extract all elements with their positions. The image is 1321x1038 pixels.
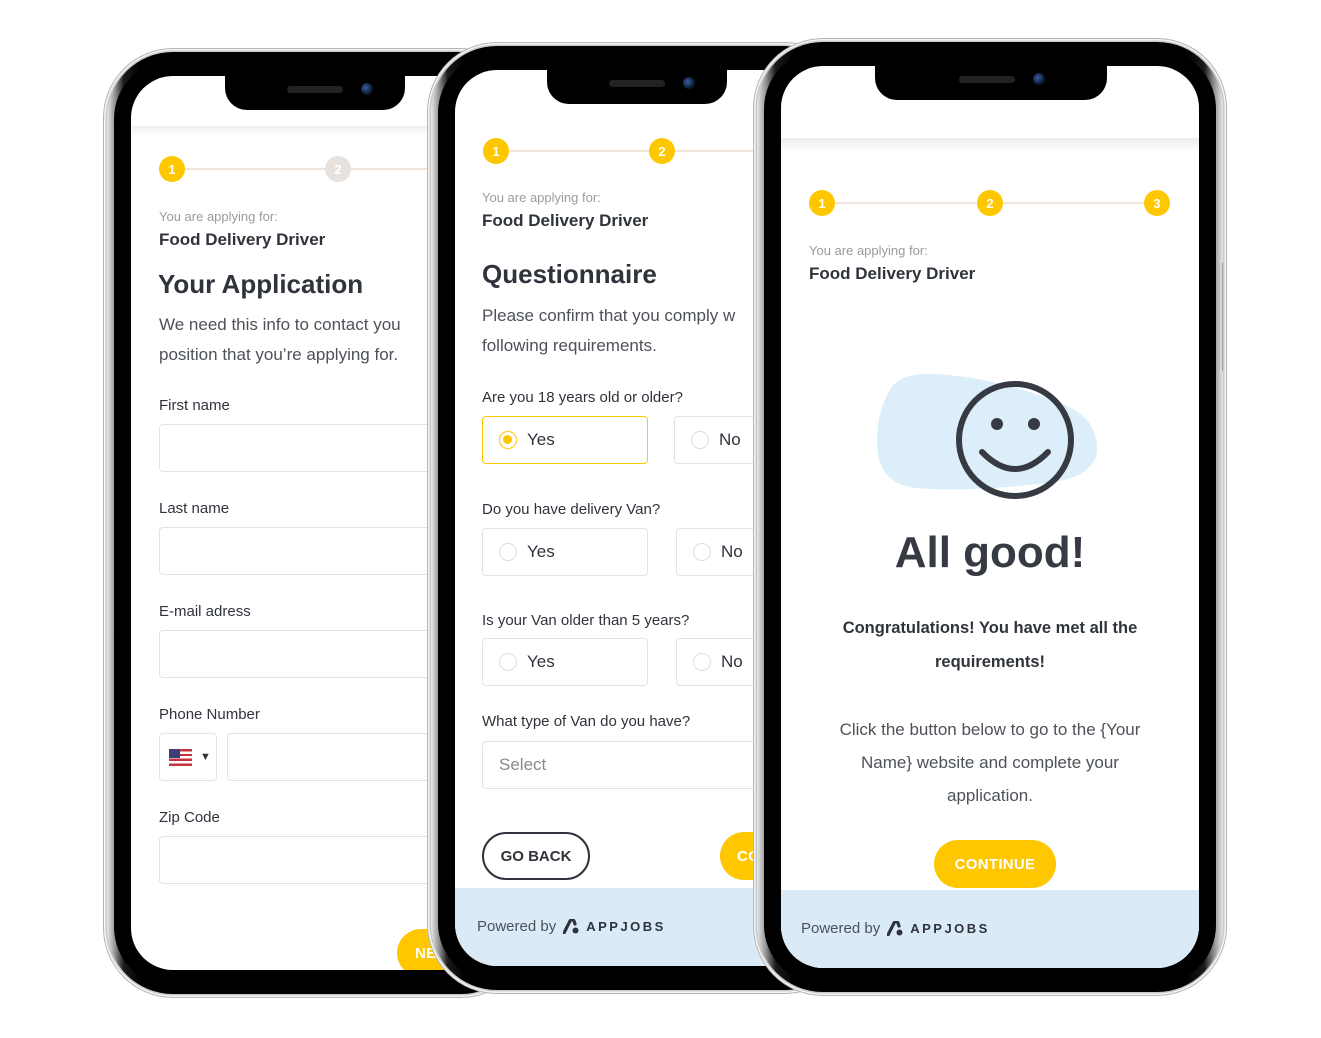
applying-for-label: You are applying for: bbox=[809, 243, 928, 258]
description-line-2: position that you’re applying for. bbox=[159, 345, 399, 364]
powered-by: Powered by APPJOBS bbox=[477, 918, 666, 935]
radio-checked-icon bbox=[499, 431, 517, 449]
phone-mockup-success: 1 2 3 You are applying for: Food Deliver… bbox=[757, 42, 1223, 992]
info-line-3: application. bbox=[946, 786, 1033, 805]
option-label: Yes bbox=[527, 542, 555, 561]
powered-by: Powered by APPJOBS bbox=[801, 920, 990, 937]
job-title: Food Delivery Driver bbox=[809, 264, 976, 283]
radio-unchecked-icon bbox=[693, 653, 711, 671]
speaker-icon bbox=[287, 86, 343, 93]
step-1-active: 1 bbox=[809, 190, 835, 216]
country-code-select[interactable]: ▼ bbox=[159, 733, 217, 781]
applying-for-label: You are applying for: bbox=[159, 209, 278, 224]
job-title: Food Delivery Driver bbox=[482, 211, 649, 230]
age-yes-option[interactable]: Yes bbox=[482, 416, 648, 464]
van-yes-option[interactable]: Yes bbox=[482, 528, 648, 576]
option-label: No bbox=[719, 430, 741, 449]
phone-notch bbox=[547, 70, 727, 104]
smiley-illustration bbox=[877, 373, 1098, 499]
van-type-label: What type of Van do you have? bbox=[482, 713, 691, 730]
phone-notch bbox=[875, 66, 1107, 100]
appjobs-logo-icon bbox=[563, 919, 579, 934]
question-van-age-label: Is your Van older than 5 years? bbox=[482, 612, 690, 629]
step-2-active: 2 bbox=[977, 190, 1003, 216]
first-name-label: First name bbox=[159, 397, 230, 414]
brand-name: APPJOBS bbox=[910, 921, 990, 936]
step-1-active: 1 bbox=[159, 156, 185, 182]
speaker-icon bbox=[959, 76, 1015, 83]
info-line-2: Name} website and complete your bbox=[861, 753, 1119, 772]
progress-stepper: 1 2 3 bbox=[809, 190, 1171, 216]
caret-down-icon: ▼ bbox=[200, 751, 211, 763]
description-line-1: Please confirm that you comply w bbox=[482, 306, 736, 325]
appjobs-logo-icon bbox=[887, 921, 903, 936]
speaker-icon bbox=[609, 80, 665, 87]
step-1-active: 1 bbox=[483, 138, 509, 164]
phone-notch bbox=[225, 76, 405, 110]
success-heading: All good! bbox=[894, 528, 1086, 577]
brand-name: APPJOBS bbox=[586, 919, 666, 934]
job-title: Food Delivery Driver bbox=[159, 230, 326, 249]
email-label: E-mail adress bbox=[159, 603, 251, 620]
page-title: Your Application bbox=[158, 269, 364, 299]
applying-for-label: You are applying for: bbox=[482, 190, 601, 205]
congrats-line-2: requirements! bbox=[934, 653, 1046, 671]
camera-icon bbox=[1033, 73, 1045, 85]
radio-unchecked-icon bbox=[693, 543, 711, 561]
phone-number-label: Phone Number bbox=[159, 706, 260, 723]
powered-by-label: Powered by bbox=[801, 920, 881, 937]
description-line-2: following requirements. bbox=[482, 336, 657, 355]
camera-icon bbox=[683, 77, 695, 89]
question-age-label: Are you 18 years old or older? bbox=[482, 389, 683, 406]
step-3-active: 3 bbox=[1144, 190, 1170, 216]
power-button bbox=[1219, 262, 1223, 372]
radio-unchecked-icon bbox=[691, 431, 709, 449]
zip-code-label: Zip Code bbox=[159, 809, 220, 826]
congrats-line-1: Congratulations! You have met all the bbox=[842, 619, 1138, 637]
footer: Powered by APPJOBS bbox=[781, 890, 1199, 968]
camera-icon bbox=[361, 83, 373, 95]
van-age-yes-option[interactable]: Yes bbox=[482, 638, 648, 686]
description-line-1: We need this info to contact you bbox=[159, 315, 401, 334]
go-back-button[interactable]: GO BACK bbox=[482, 832, 590, 880]
header-shadow bbox=[781, 138, 1199, 152]
option-label: Yes bbox=[527, 652, 555, 671]
option-label: No bbox=[721, 542, 743, 561]
option-label: No bbox=[721, 652, 743, 671]
continue-button[interactable]: CONTINUE bbox=[934, 840, 1056, 888]
info-line-1: Click the button below to go to the {You… bbox=[839, 720, 1141, 739]
question-van-label: Do you have delivery Van? bbox=[482, 501, 661, 518]
last-name-label: Last name bbox=[159, 500, 230, 517]
powered-by-label: Powered by bbox=[477, 918, 557, 935]
step-2-inactive: 2 bbox=[325, 156, 351, 182]
step-2-active: 2 bbox=[649, 138, 675, 164]
screen-success: 1 2 3 You are applying for: Food Deliver… bbox=[781, 66, 1199, 968]
radio-unchecked-icon bbox=[499, 653, 517, 671]
radio-unchecked-icon bbox=[499, 543, 517, 561]
page-title: Questionnaire bbox=[482, 259, 657, 289]
us-flag-icon bbox=[169, 748, 192, 766]
option-label: Yes bbox=[527, 430, 555, 449]
